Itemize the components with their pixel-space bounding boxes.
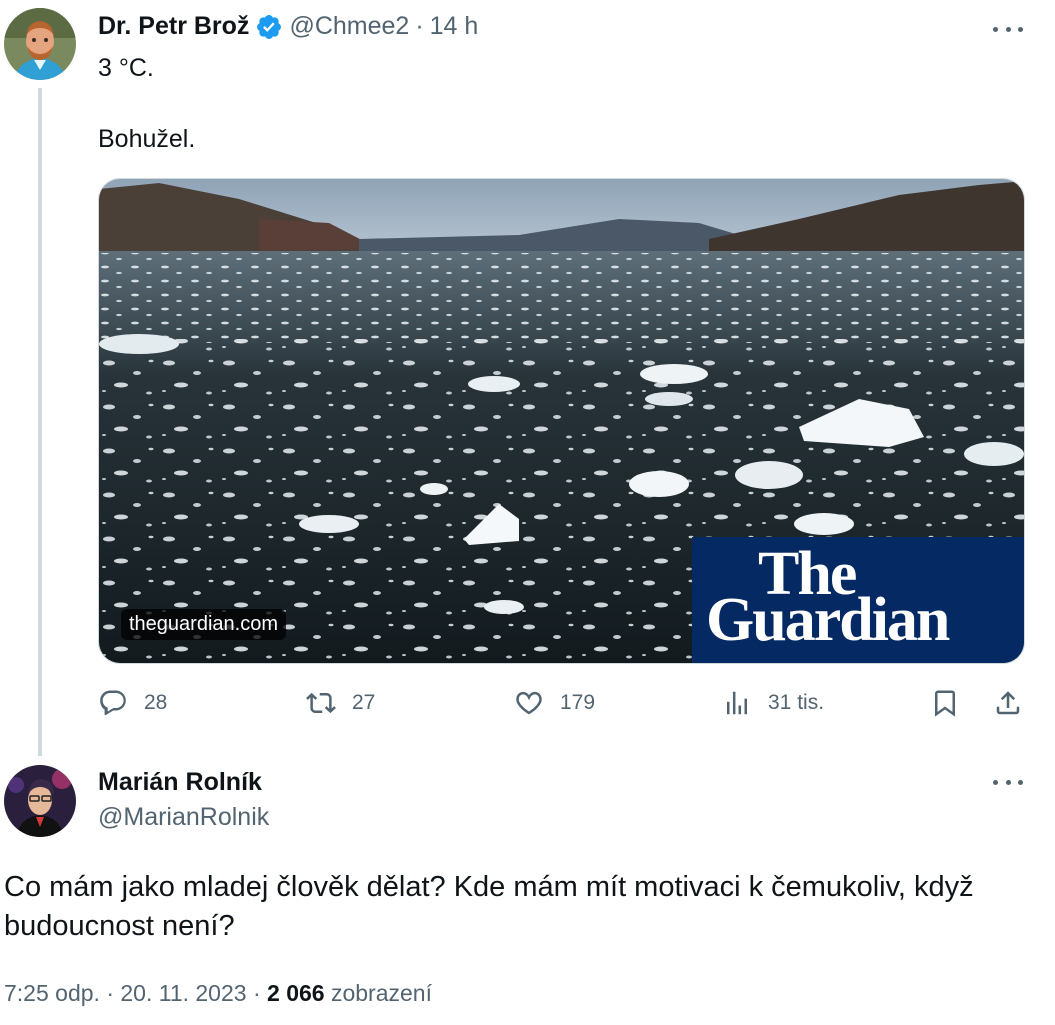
the-guardian-logo: The Guardian xyxy=(692,537,1024,663)
reply-author-handle[interactable]: @MarianRolnik xyxy=(98,803,269,832)
more-options-icon[interactable] xyxy=(993,25,1023,33)
reply-views-label: zobrazení xyxy=(330,980,432,1006)
reply-views-count: 2 066 xyxy=(267,980,325,1006)
reply-author-name[interactable]: Marián Rolník xyxy=(98,768,262,797)
author-avatar[interactable] xyxy=(4,8,76,80)
link-card-image[interactable]: theguardian.com The Guardian xyxy=(98,178,1025,664)
tweet-text-line2: Bohužel. xyxy=(98,125,196,153)
reply-icon xyxy=(100,690,126,716)
tweet-text-line1: 3 °C. xyxy=(98,54,154,82)
like-button[interactable]: 179 xyxy=(514,688,595,718)
reply-author-avatar[interactable] xyxy=(4,765,76,837)
reply-text: Co mám jako mladej člověk dělat? Kde mám… xyxy=(4,871,974,942)
views-chart-icon xyxy=(727,691,747,715)
views-count: 31 tis. xyxy=(768,691,825,714)
share-icon xyxy=(996,691,1020,715)
reply-date[interactable]: 20. 11. 2023 xyxy=(120,980,246,1006)
separator-dot: · xyxy=(106,980,114,1006)
like-count: 179 xyxy=(560,691,596,714)
more-options-icon[interactable] xyxy=(993,778,1023,786)
tweet-time[interactable]: 14 h xyxy=(430,12,479,41)
tweet-header: Dr. Petr Brož @Chmee2 · 14 h xyxy=(98,12,478,41)
bookmark-icon xyxy=(935,690,955,717)
author-handle[interactable]: @Chmee2 xyxy=(289,12,409,41)
retweet-count: 27 xyxy=(352,691,376,714)
reply-count: 28 xyxy=(144,691,168,714)
retweet-button[interactable]: 27 xyxy=(306,688,375,718)
separator-dot: · xyxy=(415,12,424,40)
reply-time[interactable]: 7:25 odp. xyxy=(4,980,100,1006)
link-domain-badge: theguardian.com xyxy=(121,609,286,640)
retweet-icon xyxy=(306,692,336,714)
views-button[interactable]: 31 tis. xyxy=(722,688,824,718)
bookmark-button[interactable] xyxy=(930,688,960,718)
heart-icon xyxy=(516,691,542,715)
verified-badge-icon xyxy=(257,14,282,39)
author-name[interactable]: Dr. Petr Brož xyxy=(98,12,249,41)
separator-dot: · xyxy=(252,980,261,1006)
reply-metadata: 7:25 odp. · 20. 11. 2023 · 2 066 zobraze… xyxy=(4,980,432,1007)
reply-button[interactable]: 28 xyxy=(98,688,167,718)
share-button[interactable] xyxy=(993,688,1023,718)
tweet-actions: 28 27 179 31 tis. xyxy=(98,688,1025,722)
thread-line xyxy=(38,88,42,756)
